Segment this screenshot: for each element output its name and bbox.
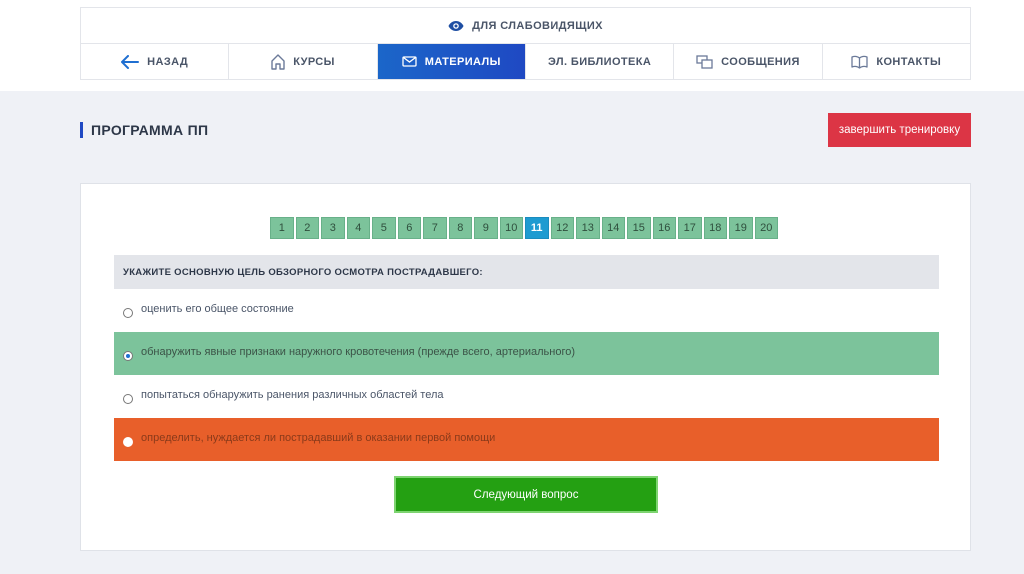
nav-item-label: МАТЕРИАЛЫ	[424, 55, 501, 68]
eye-icon	[448, 20, 464, 32]
question-pager: 1 2 3 4 5 6 7 8 9 10 11 12 13 14 15 16 17 18 19 20	[270, 217, 778, 239]
next-question-button[interactable]: Следующий вопрос	[394, 476, 658, 513]
page-button[interactable]: 1	[270, 217, 294, 239]
home-icon	[271, 53, 285, 70]
nav-item-label: НАЗАД	[147, 55, 189, 68]
page-button[interactable]: 10	[499, 217, 523, 239]
question-text: УКАЖИТЕ ОСНОВНУЮ ЦЕЛЬ ОБЗОРНОГО ОСМОТРА …	[114, 255, 939, 289]
page-title: ПРОГРАММА ПП	[80, 122, 208, 138]
nav-item-label: ЭЛ. БИБЛИОТЕКА	[548, 55, 652, 68]
nav-item-messages[interactable]: СООБЩЕНИЯ	[674, 44, 823, 79]
radio-button[interactable]	[123, 393, 133, 404]
page-button[interactable]: 18	[703, 217, 727, 239]
page-button[interactable]: 6	[397, 217, 421, 239]
page-button[interactable]: 12	[550, 217, 574, 239]
page-button[interactable]: 14	[601, 217, 625, 239]
page-button[interactable]: 9	[474, 217, 498, 239]
answer-option[interactable]: оценить его общее состояние	[114, 289, 939, 332]
answer-option-correct[interactable]: обнаружить явные признаки наружного кров…	[114, 332, 939, 375]
nav-item-library[interactable]: ЭЛ. БИБЛИОТЕКА	[526, 44, 675, 79]
answer-option[interactable]: попытаться обнаружить ранения различных …	[114, 375, 939, 418]
page-button[interactable]: 17	[678, 217, 702, 239]
arrow-left-icon	[121, 54, 140, 69]
main-nav: НАЗАД КУРСЫ МАТЕРИАЛЫ ЭЛ. БИБЛИОТЕКА СОО…	[80, 43, 971, 80]
nav-item-label: КУРСЫ	[293, 55, 335, 68]
nav-item-label: СООБЩЕНИЯ	[721, 55, 800, 68]
envelope-icon	[402, 56, 417, 67]
answer-label: определить, нуждается ли пострадавший в …	[141, 431, 496, 444]
messages-icon	[696, 54, 713, 69]
finish-training-button[interactable]: завершить тренировку	[828, 113, 971, 147]
page-button[interactable]: 19	[729, 217, 753, 239]
page-button-current[interactable]: 11	[525, 217, 549, 239]
header: ДЛЯ СЛАБОВИДЯЩИХ НАЗАД КУРСЫ МАТЕРИАЛЫ Э…	[0, 0, 1024, 91]
page-button[interactable]: 7	[423, 217, 447, 239]
nav-item-contacts[interactable]: КОНТАКТЫ	[823, 44, 970, 79]
nav-item-back[interactable]: НАЗАД	[81, 44, 230, 79]
page-button[interactable]: 3	[321, 217, 345, 239]
page-button[interactable]: 4	[346, 217, 370, 239]
nav-item-courses[interactable]: КУРСЫ	[229, 44, 378, 79]
page-button[interactable]: 16	[652, 217, 676, 239]
accessibility-label: ДЛЯ СЛАБОВИДЯЩИХ	[472, 19, 603, 32]
page-button[interactable]: 20	[754, 217, 778, 239]
page-button[interactable]: 15	[627, 217, 651, 239]
page-button[interactable]: 2	[295, 217, 319, 239]
answer-label: оценить его общее состояние	[141, 302, 294, 315]
answer-option-wrong[interactable]: определить, нуждается ли пострадавший в …	[114, 418, 939, 461]
page-button[interactable]: 5	[372, 217, 396, 239]
nav-item-label: КОНТАКТЫ	[876, 55, 942, 68]
answer-label: обнаружить явные признаки наружного кров…	[141, 345, 575, 358]
page-button[interactable]: 13	[576, 217, 600, 239]
accessibility-toggle[interactable]: ДЛЯ СЛАБОВИДЯЩИХ	[80, 7, 971, 43]
nav-item-materials[interactable]: МАТЕРИАЛЫ	[377, 44, 526, 79]
book-icon	[851, 55, 869, 69]
radio-button[interactable]	[123, 307, 133, 318]
page-button[interactable]: 8	[448, 217, 472, 239]
radio-button[interactable]	[123, 436, 133, 447]
answer-label: попытаться обнаружить ранения различных …	[141, 388, 444, 401]
quiz-card: 1 2 3 4 5 6 7 8 9 10 11 12 13 14 15 16 17 18 19 20 УКАЖИТЕ …	[80, 183, 971, 551]
radio-button-selected[interactable]	[123, 350, 133, 361]
